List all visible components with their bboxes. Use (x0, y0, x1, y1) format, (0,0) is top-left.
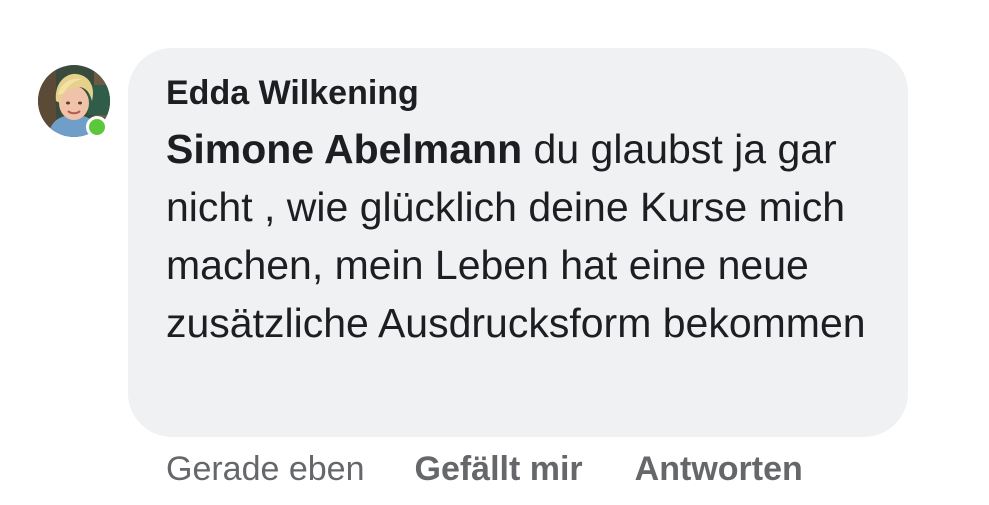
comment-author-name[interactable]: Edda Wilkening (166, 70, 419, 116)
comment-timestamp[interactable]: Gerade eben (166, 450, 365, 489)
online-status-icon (86, 116, 108, 138)
comment-bubble: Edda Wilkening Simone Abelmann du glaubs… (128, 48, 908, 437)
mentioned-user-link[interactable]: Simone Abelmann (166, 126, 522, 172)
comment-text: Simone Abelmann du glaubst ja gar nicht … (166, 120, 886, 352)
reply-button[interactable]: Antworten (635, 450, 803, 489)
comment-actions: Gerade eben Gefällt mir Antworten (166, 445, 803, 493)
comment: Edda Wilkening Simone Abelmann du glaubs… (0, 0, 989, 505)
like-button[interactable]: Gefällt mir (415, 450, 583, 489)
